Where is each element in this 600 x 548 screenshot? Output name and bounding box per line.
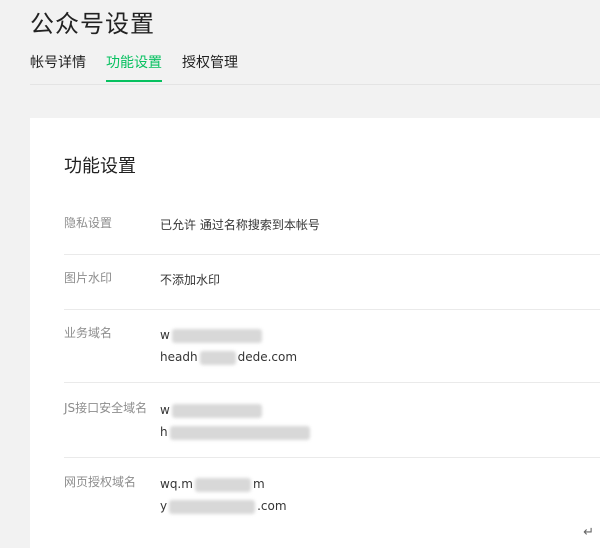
domain-line: headh dede.com bbox=[160, 346, 297, 368]
row-label: 图片水印 bbox=[64, 271, 113, 285]
domain-prefix: headh bbox=[160, 350, 198, 364]
domain-suffix: .com bbox=[257, 499, 287, 513]
domain-suffix: m bbox=[252, 477, 265, 491]
row-label: 业务域名 bbox=[64, 326, 113, 340]
row-value: wq.m m y .com bbox=[160, 473, 287, 517]
domain-line: w bbox=[160, 324, 297, 346]
row-value: w h bbox=[160, 399, 312, 443]
row-value: w headh dede.com bbox=[160, 324, 297, 368]
image-watermark-row: 图片水印 不添加水印 bbox=[64, 269, 600, 310]
row-value: 已允许 通过名称搜索到本帐号 bbox=[160, 214, 320, 236]
domain-line: wq.m m bbox=[160, 473, 287, 495]
domain-line: h bbox=[160, 421, 312, 443]
js-safe-domain-row: JS接口安全域名 w h bbox=[64, 399, 600, 458]
business-domain-row: 业务域名 w headh dede.com bbox=[64, 324, 600, 383]
row-label: JS接口安全域名 bbox=[64, 401, 148, 415]
tab-authorization-management[interactable]: 授权管理 bbox=[182, 52, 238, 80]
row-value: 不添加水印 bbox=[160, 269, 220, 291]
domain-prefix: y bbox=[160, 499, 168, 513]
tab-account-details[interactable]: 帐号详情 bbox=[30, 52, 86, 80]
redacted-block bbox=[199, 350, 236, 365]
page-title: 公众号设置 bbox=[30, 10, 155, 38]
section-title: 功能设置 bbox=[64, 156, 136, 177]
web-auth-domain-row: 网页授权域名 wq.m m y .com bbox=[64, 473, 600, 533]
tab-function-settings[interactable]: 功能设置 bbox=[106, 52, 162, 82]
domain-line: y .com bbox=[160, 495, 287, 517]
redacted-block bbox=[169, 425, 310, 440]
watermark-value: 不添加水印 bbox=[160, 273, 221, 287]
redacted-block bbox=[169, 499, 256, 514]
return-arrow-icon: ↵ bbox=[583, 525, 594, 540]
tab-bar: 帐号详情 功能设置 授权管理 bbox=[30, 52, 600, 85]
redacted-block bbox=[171, 403, 262, 418]
domain-prefix: wq.m bbox=[160, 477, 193, 491]
row-label: 隐私设置 bbox=[64, 216, 113, 230]
settings-card: 功能设置 隐私设置 已允许 通过名称搜索到本帐号 图片水印 不添加水印 业务域名… bbox=[30, 118, 600, 548]
domain-suffix: dede.com bbox=[237, 350, 298, 364]
domain-prefix: w bbox=[160, 328, 170, 342]
domain-prefix: h bbox=[160, 425, 168, 439]
domain-line: w bbox=[160, 399, 312, 421]
redacted-block bbox=[171, 328, 262, 343]
row-label: 网页授权域名 bbox=[64, 475, 137, 489]
privacy-setting-row: 隐私设置 已允许 通过名称搜索到本帐号 bbox=[64, 214, 600, 255]
privacy-value: 已允许 通过名称搜索到本帐号 bbox=[160, 218, 320, 232]
redacted-block bbox=[194, 477, 251, 492]
domain-prefix: w bbox=[160, 403, 170, 417]
